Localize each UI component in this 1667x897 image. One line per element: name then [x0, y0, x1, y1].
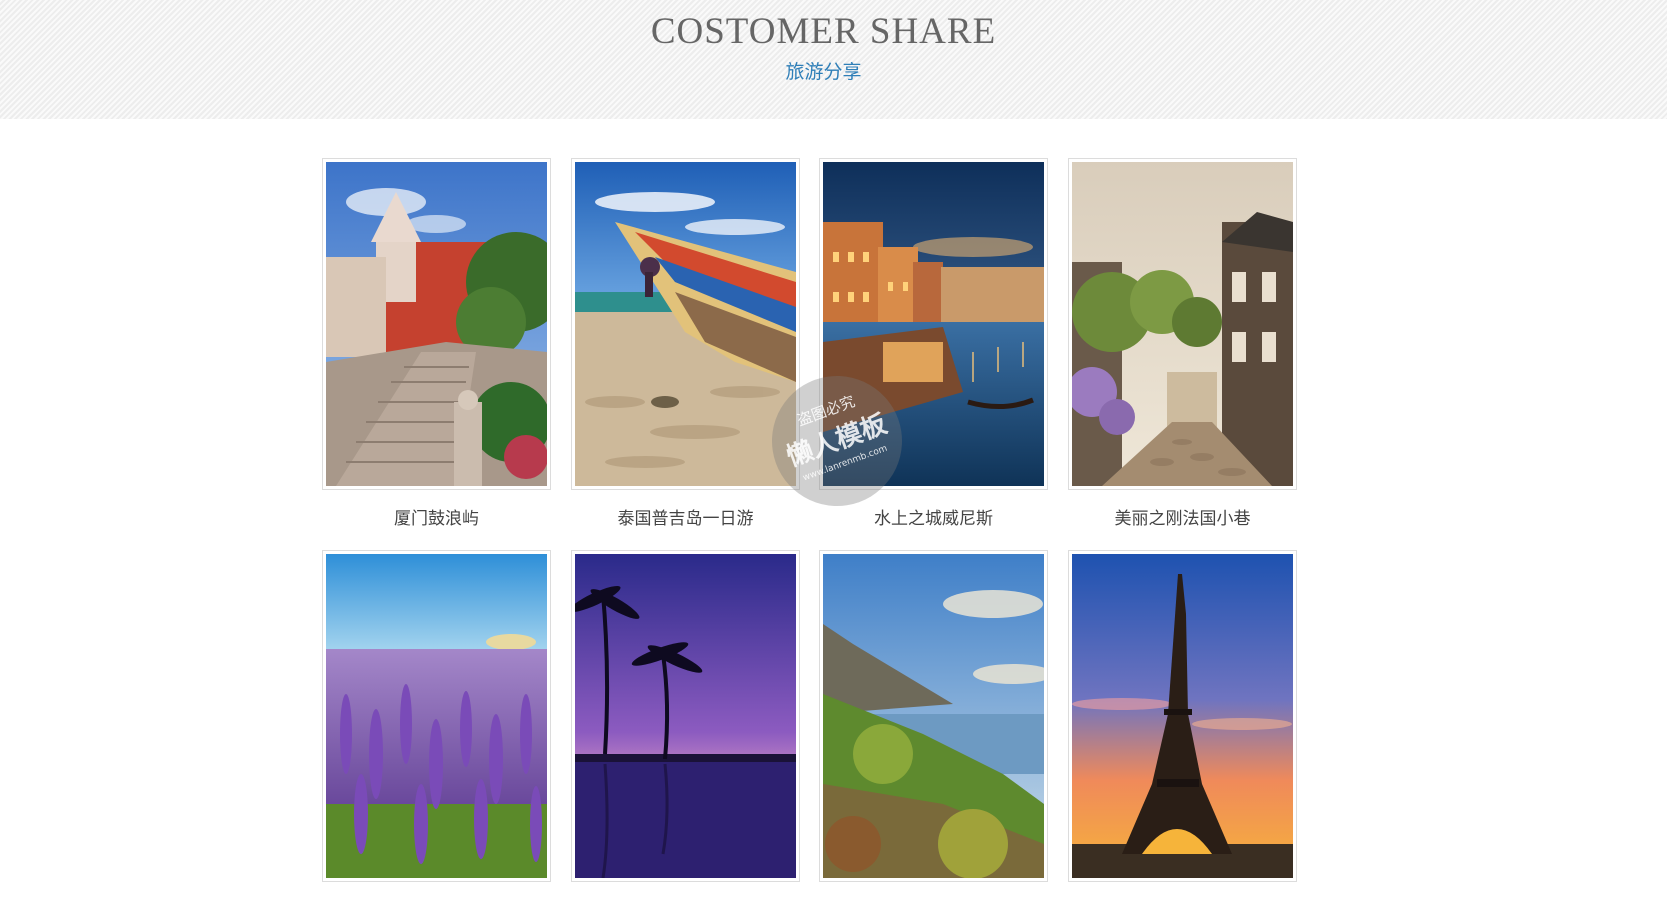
photo-french-alley[interactable]: [1072, 162, 1293, 486]
page-subtitle: 旅游分享: [785, 61, 862, 83]
gallery-card-coastal-cliffs[interactable]: [819, 550, 1048, 882]
photo-phuket-boat[interactable]: [575, 162, 796, 486]
photo-lavender-field[interactable]: [326, 554, 547, 878]
photo-xiamen-staircase[interactable]: [326, 162, 547, 486]
caption-venice[interactable]: 水上之城威尼斯: [819, 504, 1048, 529]
photo-palm-sunset[interactable]: [575, 554, 796, 878]
photo-coastal-cliffs[interactable]: [823, 554, 1044, 878]
caption-french-alley[interactable]: 美丽之刚法国小巷: [1068, 504, 1297, 529]
gallery-card-lavender[interactable]: [322, 550, 551, 882]
header-banner: COSTOMER SHARE 旅游分享: [0, 0, 1667, 119]
gallery-card-xiamen[interactable]: [322, 158, 551, 490]
gallery-card-palm-sunset[interactable]: [571, 550, 800, 882]
gallery-card-eiffel[interactable]: [1068, 550, 1297, 882]
page-title: COSTOMER SHARE: [650, 11, 997, 52]
photo-eiffel-tower[interactable]: [1072, 554, 1293, 878]
gallery-card-phuket[interactable]: [571, 158, 800, 490]
caption-xiamen[interactable]: 厦门鼓浪屿: [322, 504, 551, 529]
caption-phuket[interactable]: 泰国普吉岛一日游: [571, 504, 800, 529]
gallery-card-french-alley[interactable]: [1068, 158, 1297, 490]
